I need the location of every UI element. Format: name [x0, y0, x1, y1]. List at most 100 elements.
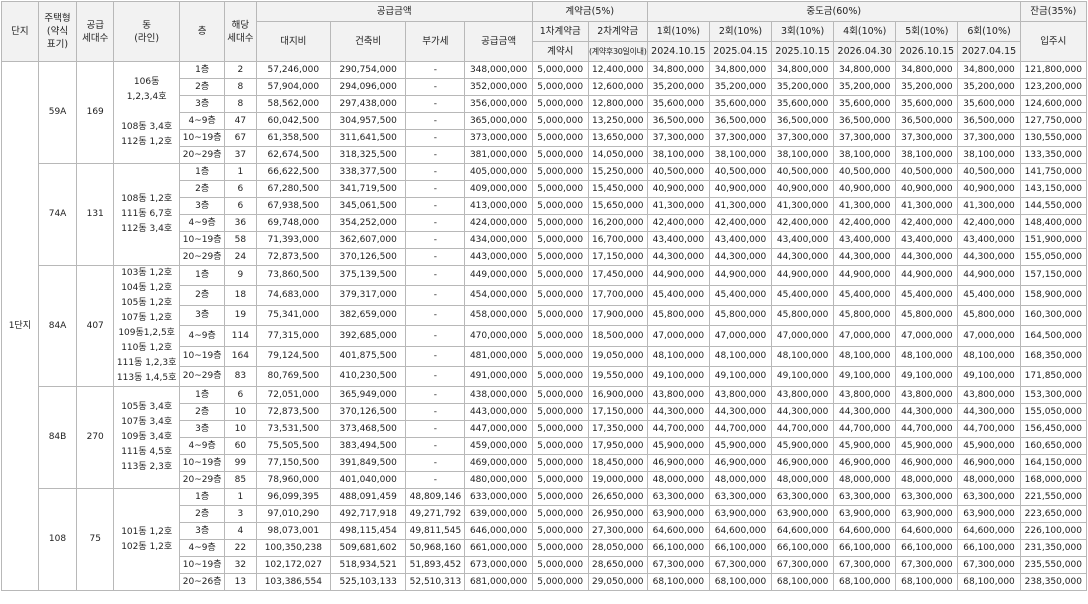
price-cell: 35,600,000	[646, 95, 710, 113]
price-cell: 19,050,000	[587, 345, 648, 367]
price-cell: -	[405, 180, 466, 198]
header-vat: 부가세	[405, 21, 466, 62]
units-cell: 67	[224, 129, 257, 147]
supply-units-cell: 169	[76, 61, 115, 164]
price-cell: 509,681,602	[329, 539, 407, 557]
price-cell: -	[405, 146, 466, 164]
price-cell: 18,500,000	[587, 325, 648, 347]
floor-cell: 20~29층	[179, 146, 226, 164]
price-cell: 40,900,000	[708, 180, 773, 198]
price-cell: 38,100,000	[708, 146, 773, 164]
price-cell: 223,650,000	[1019, 505, 1088, 523]
price-cell: 67,300,000	[895, 556, 959, 574]
price-cell: 43,800,000	[708, 386, 773, 404]
price-cell: 27,300,000	[587, 522, 648, 540]
floor-cell: 4~9층	[179, 325, 226, 347]
header-middle-1: 1회(10%)	[646, 21, 710, 42]
price-cell: 375,139,500	[329, 264, 407, 287]
units-cell: 2	[224, 61, 257, 79]
price-cell: 35,600,000	[895, 95, 959, 113]
price-cell: 525,103,133	[329, 573, 407, 591]
price-cell: 44,700,000	[895, 420, 959, 438]
header-middle-2-date: 2025.04.15	[708, 41, 773, 62]
price-cell: 41,300,000	[708, 197, 773, 215]
table-row: 84B 270 105동 3,4호 107동 3,4호 109동 3,4호 111동…	[2, 386, 1088, 489]
floor-cell: 10~19층	[179, 454, 226, 472]
floor-cell: 20~29층	[179, 365, 226, 388]
price-cell: 43,800,000	[957, 386, 1021, 404]
price-cell: 41,300,000	[895, 197, 959, 215]
price-cell: 35,200,000	[708, 78, 773, 96]
price-cell: 383,494,500	[329, 437, 407, 455]
price-cell: 77,315,000	[255, 325, 332, 347]
price-cell: 45,800,000	[957, 305, 1021, 327]
price-cell: 57,246,000	[255, 61, 332, 79]
price-cell: 164,150,000	[1019, 454, 1088, 472]
price-cell: 47,000,000	[957, 325, 1021, 347]
price-cell: 12,600,000	[587, 78, 648, 96]
price-cell: 17,950,000	[587, 437, 648, 455]
header-middle-3: 3회(10%)	[771, 21, 835, 42]
price-cell: 26,950,000	[587, 505, 648, 523]
price-cell: 47,000,000	[833, 325, 897, 347]
price-cell: 15,650,000	[587, 197, 648, 215]
price-cell: 40,900,000	[957, 180, 1021, 198]
price-cell: 373,468,500	[329, 420, 407, 438]
price-cell: 68,100,000	[771, 573, 835, 591]
price-cell: 44,900,000	[708, 264, 773, 287]
price-cell: 42,400,000	[771, 214, 835, 232]
price-cell: 34,800,000	[895, 61, 959, 79]
price-cell: 42,400,000	[708, 214, 773, 232]
price-cell: 14,050,000	[587, 146, 648, 164]
price-cell: 5,000,000	[531, 539, 589, 557]
price-cell: 45,900,000	[708, 437, 773, 455]
header-floor: 층	[179, 1, 226, 62]
price-cell: 74,683,000	[255, 285, 332, 307]
price-cell: 44,300,000	[957, 403, 1021, 421]
price-cell: 5,000,000	[531, 345, 589, 367]
price-cell: 44,300,000	[646, 403, 710, 421]
units-cell: 10	[224, 420, 257, 438]
header-middle-4: 4회(10%)	[833, 21, 897, 42]
floor-cell: 10~19층	[179, 129, 226, 147]
price-cell: 48,000,000	[895, 471, 959, 489]
price-cell: 35,200,000	[895, 78, 959, 96]
supply-units-cell: 270	[76, 386, 115, 489]
header-middle-1-date: 2024.10.15	[646, 41, 710, 62]
units-cell: 3	[224, 505, 257, 523]
price-cell: 45,400,000	[771, 285, 835, 307]
price-cell: 488,091,459	[329, 488, 407, 506]
units-cell: 22	[224, 539, 257, 557]
price-cell: 40,500,000	[895, 163, 959, 181]
floor-cell: 20~29층	[179, 248, 226, 266]
price-cell: -	[405, 61, 466, 79]
price-cell: 49,100,000	[771, 365, 835, 388]
supply-price-table: 단지 주택형 (약식 표기) 공급 세대수 동 (라인) 층 해당 세대수 공급…	[1, 1, 1088, 591]
price-cell: 38,100,000	[771, 146, 835, 164]
price-cell: 49,100,000	[895, 365, 959, 388]
price-cell: 44,900,000	[957, 264, 1021, 287]
floor-cell: 4~9층	[179, 112, 226, 130]
price-cell: 5,000,000	[531, 78, 589, 96]
price-cell: 35,200,000	[771, 78, 835, 96]
price-cell: 63,300,000	[771, 488, 835, 506]
price-cell: 51,893,452	[405, 556, 466, 574]
price-cell: 58,562,000	[255, 95, 332, 113]
floor-cell: 4~9층	[179, 214, 226, 232]
units-cell: 19	[224, 305, 257, 327]
price-cell: 48,100,000	[895, 345, 959, 367]
floor-cell: 2층	[179, 285, 226, 307]
price-cell: 63,900,000	[771, 505, 835, 523]
price-cell: 36,500,000	[957, 112, 1021, 130]
price-cell: 410,230,500	[329, 365, 407, 388]
price-cell: 66,622,500	[255, 163, 332, 181]
floor-cell: 1층	[179, 61, 226, 79]
floor-cell: 4~9층	[179, 437, 226, 455]
price-cell: -	[405, 420, 466, 438]
floor-cell: 10~19층	[179, 345, 226, 367]
price-cell: 5,000,000	[531, 471, 589, 489]
dong-line-cell: 108동 1,2호 111동 6,7호 112동 3,4호	[113, 163, 181, 266]
price-cell: 17,350,000	[587, 420, 648, 438]
price-cell: 67,280,500	[255, 180, 332, 198]
floor-cell: 3층	[179, 197, 226, 215]
